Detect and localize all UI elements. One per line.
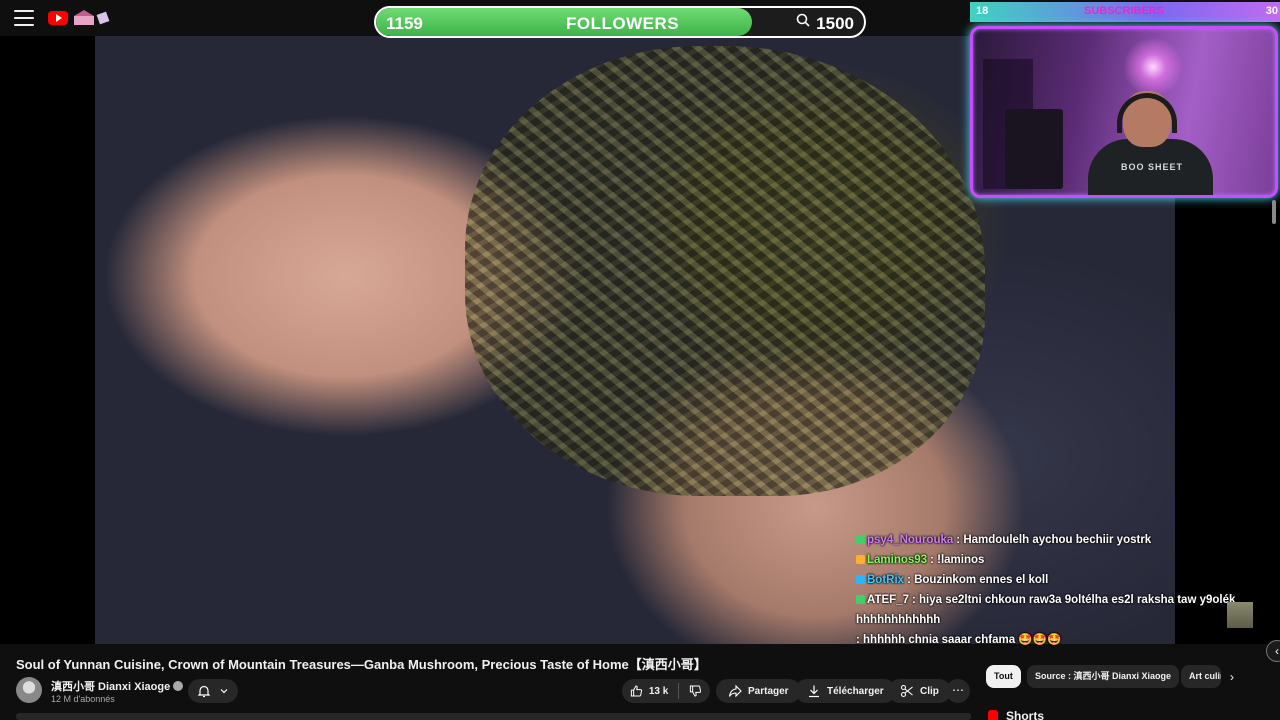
share-icon bbox=[728, 684, 742, 698]
chat-thumbnail bbox=[1227, 602, 1253, 628]
chat-message: ATEF_7: hiya se2ltni chkoun raw3a 9oltél… bbox=[856, 594, 1236, 626]
more-icon[interactable]: ⋯ bbox=[946, 679, 970, 703]
clip-button[interactable]: Clip bbox=[888, 679, 951, 703]
download-button[interactable]: Télécharger bbox=[795, 679, 896, 703]
scrollbar-thumb[interactable] bbox=[1272, 200, 1276, 224]
headset-icon bbox=[1117, 93, 1177, 133]
chat-message: psy4_Nourouka: Hamdoulelh aychou bechiir… bbox=[856, 530, 1266, 550]
youtube-logo[interactable] bbox=[48, 11, 68, 25]
like-divider bbox=[678, 683, 680, 699]
chat-badge-icon bbox=[856, 535, 865, 544]
chat-username: Laminos93 bbox=[867, 554, 928, 566]
chat-username: BotRix bbox=[867, 574, 905, 586]
chat-overlay: psy4_Nourouka: Hamdoulelh aychou bechiir… bbox=[856, 530, 1266, 650]
like-dislike-group: 13 k bbox=[622, 679, 710, 703]
channel-avatar[interactable] bbox=[16, 677, 42, 703]
subscribers-target: 30 bbox=[1265, 5, 1278, 17]
followers-target: 1500 bbox=[816, 14, 854, 33]
chat-text: !laminos bbox=[937, 554, 985, 566]
shorts-section-title: Shorts bbox=[1006, 709, 1045, 720]
clip-label: Clip bbox=[920, 685, 939, 697]
search-icon bbox=[796, 13, 810, 27]
menu-icon[interactable] bbox=[14, 10, 34, 26]
chat-message: BotRix: Bouzinkom ennes el koll bbox=[856, 570, 1266, 590]
chevron-right-icon[interactable]: › bbox=[1230, 670, 1234, 684]
notification-bell-button[interactable] bbox=[188, 679, 238, 703]
followers-goal-fill bbox=[376, 8, 752, 36]
chat-username: ATEF_7 bbox=[867, 594, 909, 606]
bell-icon bbox=[197, 685, 211, 698]
chevron-down-icon bbox=[220, 689, 228, 694]
channel-name-row[interactable]: 滇西小哥 Dianxi Xiaoge bbox=[51, 678, 184, 694]
like-count[interactable]: 13 k bbox=[649, 686, 668, 697]
webcam-speaker bbox=[1005, 109, 1063, 189]
chat-text: Bouzinkom ennes el koll bbox=[914, 574, 1049, 586]
youtube-watch-page: 1159 FOLLOWERS 1500 18 SUBSCRIBERS 30 BO… bbox=[0, 0, 1280, 720]
chat-message: : hhhhhh chnia saaar chfama 🤩🤩🤩 bbox=[856, 634, 1062, 646]
chip-all[interactable]: Tout bbox=[986, 665, 1021, 688]
video-leaves bbox=[465, 46, 985, 496]
webcam-overlay: BOO SHEET bbox=[970, 26, 1278, 198]
share-button[interactable]: Partager bbox=[716, 679, 801, 703]
subscribers-goal-bar: 18 SUBSCRIBERS 30 bbox=[970, 2, 1280, 22]
shorts-icon bbox=[988, 710, 998, 720]
download-label: Télécharger bbox=[827, 685, 884, 697]
chat-username: psy4_Nourouka bbox=[867, 534, 954, 546]
channel-name[interactable]: 滇西小哥 Dianxi Xiaoge bbox=[51, 681, 170, 693]
video-title: Soul of Yunnan Cuisine, Crown of Mountai… bbox=[16, 657, 707, 672]
verified-icon bbox=[173, 681, 184, 691]
like-icon[interactable] bbox=[630, 684, 643, 698]
followers-label: FOLLOWERS bbox=[566, 14, 680, 33]
followers-current: 1159 bbox=[386, 14, 423, 33]
shirt-text: BOO SHEET bbox=[1121, 162, 1184, 172]
download-icon bbox=[809, 685, 819, 698]
chat-message: Laminos93: !laminos bbox=[856, 550, 1266, 570]
clip-icon bbox=[900, 684, 913, 698]
chat-badge-icon bbox=[856, 575, 865, 584]
logo-doodle-icon bbox=[74, 10, 110, 25]
dislike-icon[interactable] bbox=[689, 684, 702, 698]
subscribers-current: 18 bbox=[976, 5, 989, 17]
chip-source[interactable]: Source : 滇西小哥 Dianxi Xiaoge bbox=[1027, 665, 1180, 688]
share-label: Partager bbox=[748, 685, 789, 697]
chat-text: hiya se2ltni chkoun raw3a 9oltélha es2l … bbox=[856, 594, 1236, 626]
chat-text: Hamdoulelh aychou bechiir yostrk bbox=[963, 534, 1152, 546]
chat-badge-icon bbox=[856, 555, 865, 564]
subscriber-count: 12 M d'abonnés bbox=[51, 694, 115, 704]
chip-cooking[interactable]: Art culinaire bbox=[1181, 665, 1221, 688]
chat-badge-icon bbox=[856, 595, 865, 604]
subscribers-label: SUBSCRIBERS bbox=[1084, 5, 1165, 17]
description-box-edge[interactable] bbox=[16, 713, 971, 720]
webcam-light bbox=[1123, 37, 1183, 97]
followers-goal-bar: 1159 FOLLOWERS 1500 bbox=[374, 6, 866, 38]
chevron-left-icon[interactable]: ‹ bbox=[1266, 640, 1280, 662]
chat-text: hhhhhh chnia saaar chfama 🤩🤩🤩 bbox=[863, 634, 1062, 646]
